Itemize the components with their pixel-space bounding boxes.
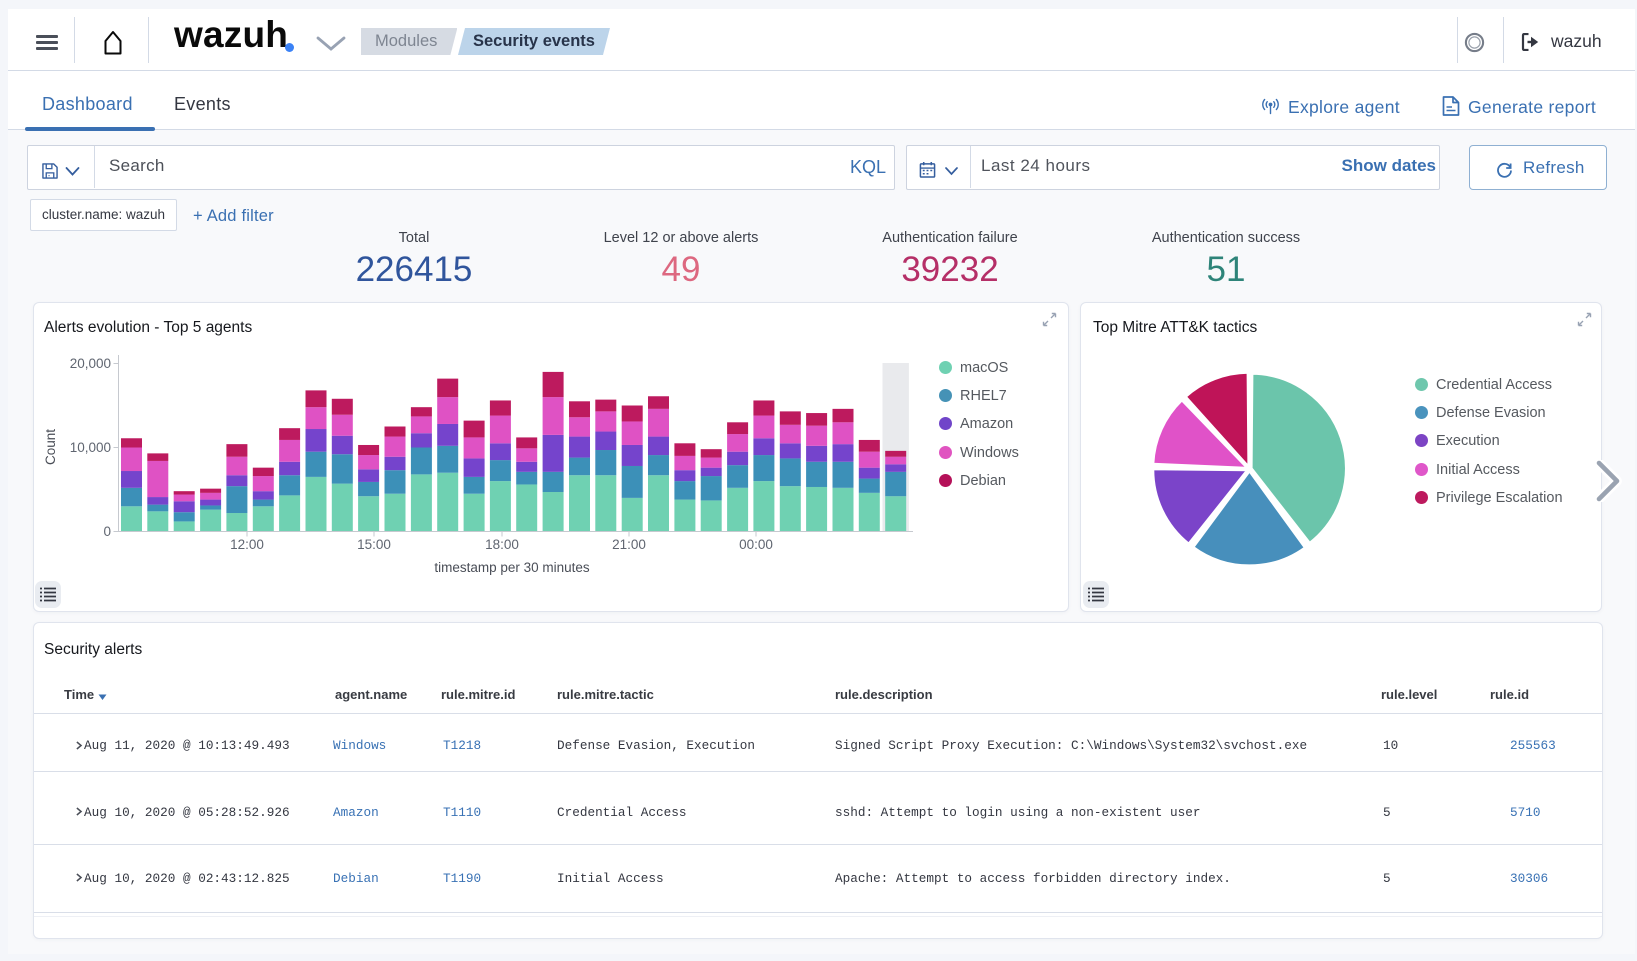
- svg-text:00:00: 00:00: [739, 537, 773, 552]
- svg-text:10,000: 10,000: [70, 440, 111, 455]
- svg-text:timestamp per 30 minutes: timestamp per 30 minutes: [434, 560, 590, 575]
- svg-text:21:00: 21:00: [612, 537, 646, 552]
- svg-text:Count: Count: [43, 429, 58, 465]
- svg-text:0: 0: [103, 524, 111, 539]
- svg-text:18:00: 18:00: [485, 537, 519, 552]
- svg-text:15:00: 15:00: [357, 537, 391, 552]
- svg-text:12:00: 12:00: [230, 537, 264, 552]
- svg-text:20,000: 20,000: [70, 356, 111, 371]
